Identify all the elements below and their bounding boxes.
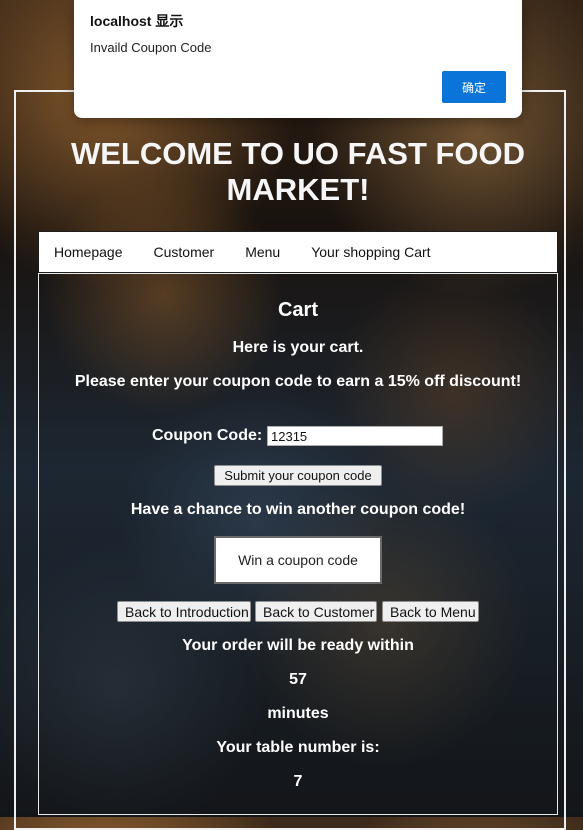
- nav-item-shopping-cart[interactable]: Your shopping Cart: [311, 244, 430, 260]
- coupon-chance-text: Have a chance to win another coupon code…: [130, 501, 466, 518]
- nav-item-menu[interactable]: Menu: [245, 244, 280, 260]
- discount-prompt: Please enter your coupon code to earn a …: [74, 373, 522, 390]
- nav-item-customer[interactable]: Customer: [154, 244, 215, 260]
- page-title: WELCOME TO UO FAST FOOD MARKET!: [70, 136, 526, 207]
- win-coupon-button[interactable]: Win a coupon code: [214, 536, 382, 584]
- main-navigation: Homepage Customer Menu Your shopping Car…: [38, 231, 558, 273]
- back-to-customer-button[interactable]: Back to Customer: [255, 601, 377, 622]
- submit-coupon-button[interactable]: Submit your coupon code: [214, 465, 382, 486]
- order-ready-text: Your order will be ready within: [182, 637, 414, 654]
- back-to-menu-button[interactable]: Back to Menu: [382, 601, 479, 622]
- coupon-code-label: Coupon Code:: [152, 427, 263, 444]
- cart-intro-text: Here is your cart.: [232, 339, 364, 356]
- ready-minutes-label: minutes: [267, 705, 329, 722]
- table-number-value: 7: [293, 773, 303, 790]
- alert-ok-button[interactable]: 确定: [442, 71, 506, 103]
- ready-minutes-value: 57: [289, 671, 307, 688]
- coupon-code-input[interactable]: [267, 426, 443, 446]
- alert-title: localhost 显示: [90, 13, 184, 29]
- back-to-introduction-button[interactable]: Back to Introduction: [117, 601, 251, 622]
- coupon-alert-dialog: localhost 显示 Invaild Coupon Code 确定: [74, 0, 522, 118]
- table-number-text: Your table number is:: [216, 739, 380, 756]
- nav-item-homepage[interactable]: Homepage: [54, 244, 123, 260]
- cart-heading: Cart: [277, 299, 318, 321]
- alert-message: Invaild Coupon Code: [90, 40, 212, 55]
